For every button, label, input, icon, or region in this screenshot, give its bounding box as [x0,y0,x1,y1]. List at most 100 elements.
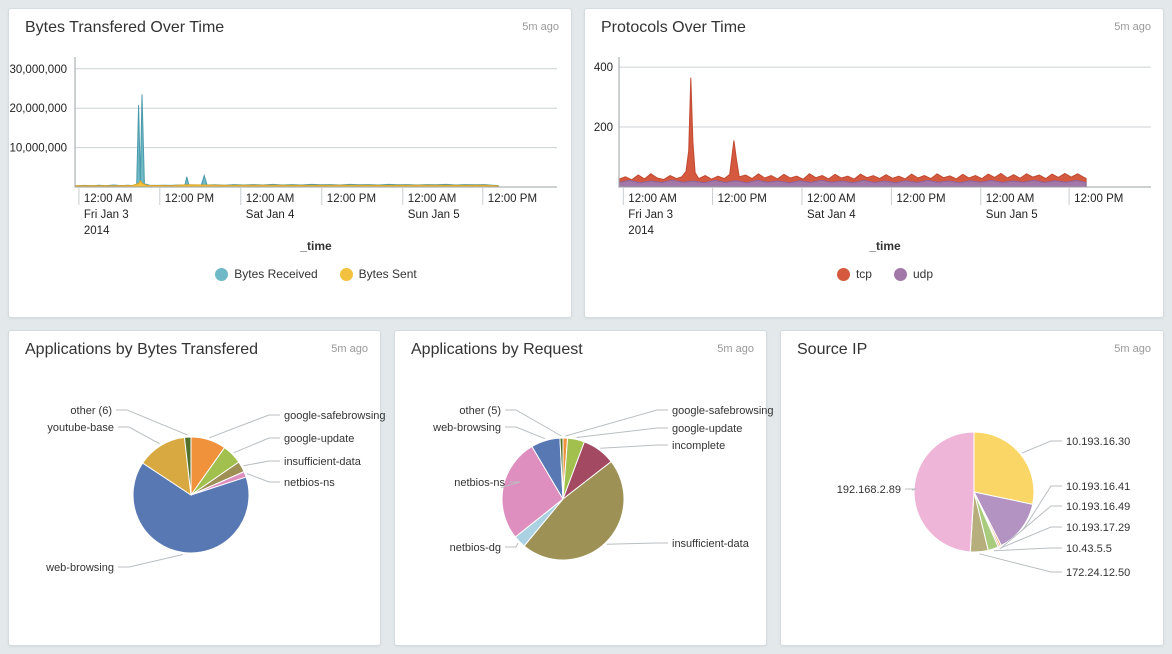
leader-line [505,543,518,547]
svg-text:12:00 PM: 12:00 PM [327,193,376,205]
svg-text:12:00 PM: 12:00 PM [896,193,945,205]
leader-line [505,410,561,436]
pie-slice-label: other (5) [459,405,501,417]
panel-source-ip: Source IP 5m ago 10.193.16.30 10.193.16.4… [780,330,1164,646]
svg-text:Sun Jan 5: Sun Jan 5 [986,209,1038,221]
leader-line [118,427,160,444]
chart-legend: tcp udp [619,267,1151,281]
panel-protocols-over-time: Protocols Over Time 5m ago 200 400 12:00 A… [584,8,1164,318]
svg-text:30,000,000: 30,000,000 [9,64,67,76]
leader-line [994,548,1062,551]
chart-legend: Bytes Received Bytes Sent [75,267,557,281]
pie-slice-label: google-update [284,433,354,445]
svg-text:2014: 2014 [628,225,654,237]
svg-text:20,000,000: 20,000,000 [9,103,67,115]
svg-text:10,000,000: 10,000,000 [9,143,67,155]
svg-text:12:00 AM: 12:00 AM [408,193,457,205]
leader-line [979,554,1062,572]
panel-applications-by-request: Applications by Request 5m ago google-sa… [394,330,767,646]
pie-slice-label: incomplete [672,440,725,452]
svg-text:Sat Jan 4: Sat Jan 4 [246,209,295,221]
svg-text:Sun Jan 5: Sun Jan 5 [408,209,460,221]
panel-title: Applications by Request [411,341,583,359]
pie-slice-label: 10.193.16.49 [1066,501,1130,513]
pie-slice-label: web-browsing [45,562,114,574]
legend-label: tcp [856,267,872,281]
updated-ago-label: 5m ago [1114,21,1151,33]
svg-text:12:00 PM: 12:00 PM [1074,193,1123,205]
svg-text:12:00 AM: 12:00 AM [628,193,677,205]
svg-text:400: 400 [594,62,613,74]
updated-ago-label: 5m ago [331,343,368,355]
legend-swatch [837,268,850,281]
svg-text:12:00 AM: 12:00 AM [807,193,856,205]
svg-text:12:00 PM: 12:00 PM [488,193,537,205]
legend-item-bytes-sent[interactable]: Bytes Sent [340,267,417,281]
pie-slice-label: youtube-base [47,422,114,434]
legend-item-tcp[interactable]: tcp [837,267,872,281]
legend-swatch [894,268,907,281]
panel-title: Source IP [797,341,867,359]
pie-slice-label: 172.24.12.50 [1066,567,1130,579]
bytes-over-time-chart[interactable]: 10,000,000 20,000,000 30,000,000 12:00 AM Fr… [9,57,573,243]
svg-text:200: 200 [594,122,613,134]
panel-title: Protocols Over Time [601,19,746,37]
pie-slice-label: 192.168.2.89 [837,484,901,496]
pie-slice-label: insufficient-data [284,456,362,468]
updated-ago-label: 5m ago [522,21,559,33]
leader-line [209,415,280,438]
pie-slice-label: google-safebrowsing [284,410,386,422]
source-ip-pie-chart[interactable]: 10.193.16.30 10.193.16.41 10.193.16.49 10.1… [781,371,1165,621]
x-axis-title: _time [75,239,557,253]
pie-slice-192.168.2.89[interactable] [914,432,974,552]
panel-title: Applications by Bytes Transfered [25,341,258,359]
pie-slice-label: 10.193.16.41 [1066,481,1130,493]
dashboard: Bytes Transfered Over Time 5m ago 10,000… [0,0,1172,654]
svg-text:12:00 AM: 12:00 AM [84,193,133,205]
panel-applications-by-bytes: Applications by Bytes Transfered 5m ago … [8,330,381,646]
svg-text:Fri Jan 3: Fri Jan 3 [628,209,673,221]
updated-ago-label: 5m ago [1114,343,1151,355]
legend-swatch [215,268,228,281]
pie-slice-label: netbios-dg [450,542,501,554]
pie-slice-label: netbios-ns [454,477,505,489]
applications-by-bytes-pie-chart[interactable]: google-safebrowsing google-update insuffic… [9,371,383,621]
leader-line [118,555,183,568]
pie-slice-label: google-update [672,423,742,435]
svg-text:12:00 PM: 12:00 PM [718,193,767,205]
pie-slice-label: netbios-ns [284,477,335,489]
svg-text:Sat Jan 4: Sat Jan 4 [807,209,856,221]
pie-slice-label: 10.43.5.5 [1066,543,1112,555]
leader-line [607,543,668,544]
pie-slice-label: google-safebrowsing [672,405,774,417]
leader-line [1022,441,1062,453]
pie-slice-label: web-browsing [432,422,501,434]
protocols-over-time-chart[interactable]: 200 400 12:00 AM Fri Jan 3 2014 12:00 PM 12:00… [585,57,1165,243]
pie-slice-label: 10.193.17.29 [1066,522,1130,534]
legend-item-bytes-received[interactable]: Bytes Received [215,267,317,281]
leader-line [243,461,280,466]
legend-label: udp [913,267,933,281]
panel-title: Bytes Transfered Over Time [25,19,224,37]
leader-line [600,445,668,448]
leader-line [234,438,280,453]
leader-line [116,410,188,435]
legend-label: Bytes Sent [359,267,417,281]
svg-text:Fri Jan 3: Fri Jan 3 [84,209,129,221]
svg-text:12:00 AM: 12:00 AM [986,193,1035,205]
pie-slice-label: 10.193.16.30 [1066,436,1130,448]
svg-text:2014: 2014 [84,225,110,237]
svg-text:12:00 AM: 12:00 AM [246,193,295,205]
leader-line [905,489,916,490]
applications-by-request-pie-chart[interactable]: google-safebrowsinggoogle-updateincomple… [395,371,768,621]
x-axis-title: _time [619,239,1151,253]
legend-swatch [340,268,353,281]
pie-slice-label: insufficient-data [672,538,750,550]
legend-label: Bytes Received [234,267,317,281]
svg-text:12:00 PM: 12:00 PM [165,193,214,205]
leader-line [247,474,280,482]
leader-line [505,427,545,439]
legend-item-udp[interactable]: udp [894,267,933,281]
updated-ago-label: 5m ago [717,343,754,355]
leader-line [565,410,668,436]
